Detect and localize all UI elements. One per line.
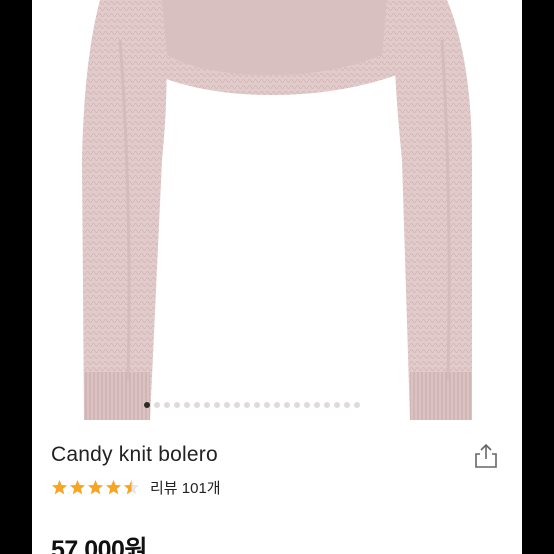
star-icon xyxy=(52,480,67,495)
pager-dot[interactable] xyxy=(204,402,210,408)
rating-row: 리뷰 101개 xyxy=(51,477,221,498)
pager-dot[interactable] xyxy=(154,402,160,408)
pager-dot[interactable] xyxy=(314,402,320,408)
pager-dot[interactable] xyxy=(214,402,220,408)
bolero-photo xyxy=(82,0,472,420)
pager-dot[interactable] xyxy=(254,402,260,408)
pager-dot[interactable] xyxy=(294,402,300,408)
image-pager[interactable] xyxy=(144,402,360,408)
product-image[interactable] xyxy=(32,0,522,420)
star-icon xyxy=(106,480,121,495)
pager-dot[interactable] xyxy=(264,402,270,408)
pager-dot[interactable] xyxy=(224,402,230,408)
star-icon xyxy=(70,480,85,495)
pager-dot[interactable] xyxy=(234,402,240,408)
pager-dot[interactable] xyxy=(334,402,340,408)
star-rating xyxy=(51,479,140,496)
pager-dot[interactable] xyxy=(274,402,280,408)
pager-dot[interactable] xyxy=(354,402,360,408)
review-count-link[interactable]: 리뷰 101개 xyxy=(150,477,221,498)
share-icon[interactable] xyxy=(473,442,499,470)
product-price: 57,000원 xyxy=(51,536,147,554)
pager-dot[interactable] xyxy=(244,402,250,408)
pager-dot[interactable] xyxy=(344,402,350,408)
star-icon xyxy=(124,480,139,495)
product-screen: Candy knit bolero 리뷰 101개 57,000원 xyxy=(32,0,522,554)
pager-dot[interactable] xyxy=(164,402,170,408)
pager-dot[interactable] xyxy=(304,402,310,408)
pager-dot[interactable] xyxy=(194,402,200,408)
pager-dot[interactable] xyxy=(174,402,180,408)
pager-dot[interactable] xyxy=(324,402,330,408)
pager-dot[interactable] xyxy=(284,402,290,408)
product-title: Candy knit bolero xyxy=(51,443,218,466)
star-icon xyxy=(88,480,103,495)
pager-dot[interactable] xyxy=(184,402,190,408)
pager-dot[interactable] xyxy=(144,402,150,408)
